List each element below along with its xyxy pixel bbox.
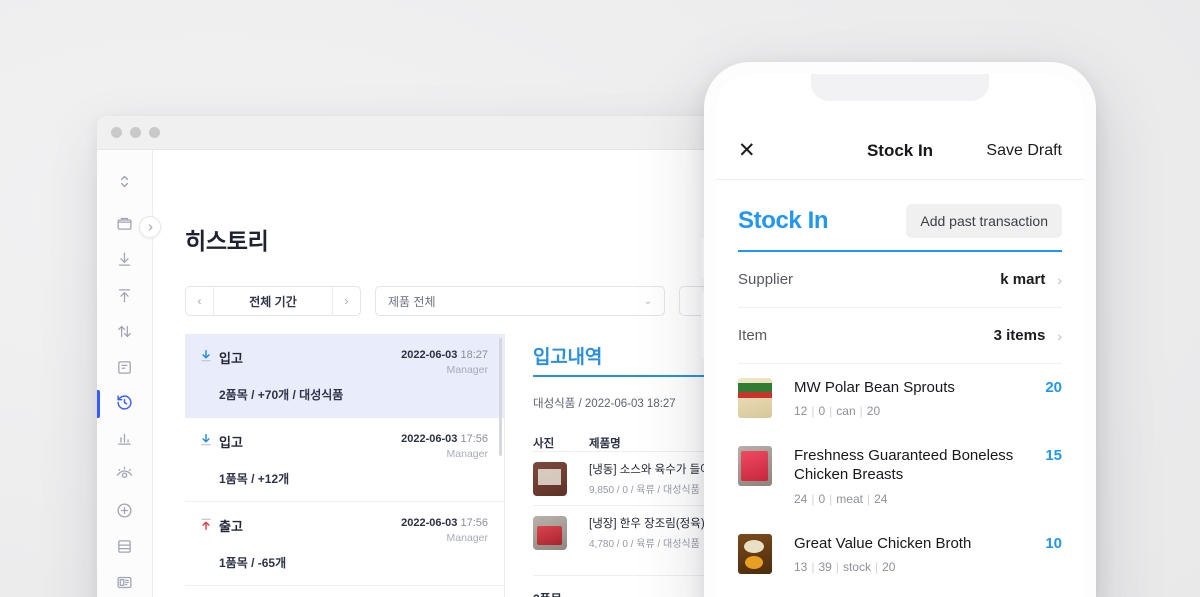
phone-screen: ✕ Stock In Save Draft Stock In Add past …	[716, 74, 1084, 597]
stock-out-arrow-icon	[199, 516, 219, 531]
stock-item-quantity: 10	[1045, 534, 1062, 552]
sidebar-item-add[interactable]	[97, 493, 153, 529]
stock-item-name: Great Value Chicken Broth	[794, 534, 1035, 553]
section-title: Stock In	[738, 207, 828, 235]
column-header-product: 제품명	[589, 435, 621, 451]
chevron-down-icon: ⌄	[644, 296, 652, 307]
collapse-sidebar-button[interactable]	[139, 216, 161, 238]
sidebar-item-count[interactable]	[97, 349, 153, 385]
form-row-label: Item	[738, 327, 767, 344]
sauce-box-thumb	[533, 462, 567, 496]
stock-item-meta: 24|0|meat|24	[794, 492, 1035, 506]
history-row[interactable]: 입고 2022-06-03 17:56 Manager 1품목 / +12개	[185, 418, 504, 502]
sidebar-item-analytics[interactable]	[97, 421, 153, 457]
product-filter-select[interactable]: 제품 전체 ⌄	[375, 286, 665, 316]
sidebar-item-card[interactable]	[97, 564, 153, 597]
stock-in-arrow-icon	[199, 348, 219, 363]
add-past-transaction-button[interactable]: Add past transaction	[906, 204, 1062, 238]
sidebar-item-stock-in[interactable]	[97, 242, 153, 278]
close-icon[interactable]: ✕	[738, 140, 756, 161]
save-draft-button[interactable]: Save Draft	[986, 142, 1062, 160]
history-user: Manager	[401, 531, 488, 545]
section-header: Stock In Add past transaction	[738, 204, 1062, 238]
history-type: 입고	[219, 432, 243, 451]
window-maximize-button[interactable]	[149, 127, 160, 138]
stock-item-row[interactable]: MW Polar Bean Sprouts 12|0|can|20 20	[738, 364, 1062, 432]
window-minimize-button[interactable]	[130, 127, 141, 138]
column-header-photo: 사진	[533, 435, 589, 451]
history-user: Manager	[401, 447, 488, 461]
form-row-label: Supplier	[738, 271, 793, 288]
bean-sprouts-thumb	[738, 378, 772, 418]
history-summary: 1품목 / +12개	[219, 470, 488, 487]
sidebar-item-transfer[interactable]	[97, 313, 153, 349]
sidebar-item-stock-out[interactable]	[97, 278, 153, 314]
history-date: 2022-06-03 18:27	[401, 348, 488, 363]
stock-item-meta: 13|39|stock|20	[794, 560, 1035, 574]
phone-mockup: ✕ Stock In Save Draft Stock In Add past …	[704, 62, 1096, 597]
chicken-broth-thumb	[738, 534, 772, 574]
history-summary: 2품목 / +70개 / 대성식품	[219, 386, 488, 403]
form-row[interactable]: Item 3 items ›	[738, 308, 1062, 364]
history-date: 2022-06-03 17:56	[401, 432, 488, 447]
stock-item-row[interactable]: Great Value Chicken Broth 13|39|stock|20…	[738, 520, 1062, 588]
chevron-up-down-icon[interactable]	[97, 164, 153, 200]
sidebar-item-list[interactable]	[97, 528, 153, 564]
history-summary: 1품목 / -65개	[219, 554, 488, 571]
history-time: 18:27	[460, 349, 488, 361]
chevron-right-icon: ›	[1057, 272, 1062, 288]
history-row[interactable]: 출고 2022-06-03 17:56 Manager 1품목 / -65개	[185, 502, 504, 586]
history-time: 17:56	[460, 517, 488, 529]
sidebar-item-watch[interactable]	[97, 457, 153, 493]
chevron-right-icon: ›	[1057, 328, 1062, 344]
sidebar-item-history[interactable]	[97, 385, 153, 421]
period-filter: ‹ 전체 기간 ›	[185, 286, 361, 316]
stock-in-arrow-icon	[199, 432, 219, 447]
beef-pack-thumb	[533, 516, 567, 550]
stock-in-form: Stock In Add past transaction Supplier k…	[716, 204, 1084, 588]
app-sidebar	[97, 150, 153, 597]
stock-item-quantity: 20	[1045, 378, 1062, 396]
history-type: 입고	[219, 348, 243, 367]
history-type: 출고	[219, 516, 243, 535]
form-row-value: k mart	[1000, 271, 1045, 288]
stock-item-quantity: 15	[1045, 446, 1062, 464]
chicken-breast-thumb	[738, 446, 772, 486]
product-filter-value: 제품 전체	[388, 293, 436, 310]
history-scrollbar[interactable]	[499, 338, 502, 456]
form-row-value: 3 items	[994, 327, 1046, 344]
stock-item-name: Freshness Guaranteed Boneless Chicken Br…	[794, 446, 1035, 484]
window-close-button[interactable]	[111, 127, 122, 138]
history-row[interactable]: 입고 2022-06-03 17:56 Manager 1품목 / +20개	[185, 586, 504, 597]
form-row[interactable]: Supplier k mart ›	[738, 252, 1062, 308]
period-label[interactable]: 전체 기간	[214, 287, 332, 315]
screenshot-stage: 히스토리 ‹ 전체 기간 › 제품 전체 ⌄	[0, 0, 1200, 597]
period-next-button[interactable]: ›	[332, 287, 360, 315]
history-user: Manager	[401, 363, 488, 377]
stock-item-name: MW Polar Bean Sprouts	[794, 378, 1035, 397]
history-list[interactable]: 입고 2022-06-03 18:27 Manager 2품목 / +70개 /…	[185, 334, 505, 597]
phone-navbar: ✕ Stock In Save Draft	[716, 122, 1084, 180]
history-date: 2022-06-03 17:56	[401, 516, 488, 531]
stock-item-row[interactable]: Freshness Guaranteed Boneless Chicken Br…	[738, 432, 1062, 519]
phone-notch	[811, 74, 989, 101]
history-time: 17:56	[460, 433, 488, 445]
stock-item-meta: 12|0|can|20	[794, 404, 1035, 418]
history-row[interactable]: 입고 2022-06-03 18:27 Manager 2품목 / +70개 /…	[185, 334, 504, 418]
period-prev-button[interactable]: ‹	[186, 287, 214, 315]
